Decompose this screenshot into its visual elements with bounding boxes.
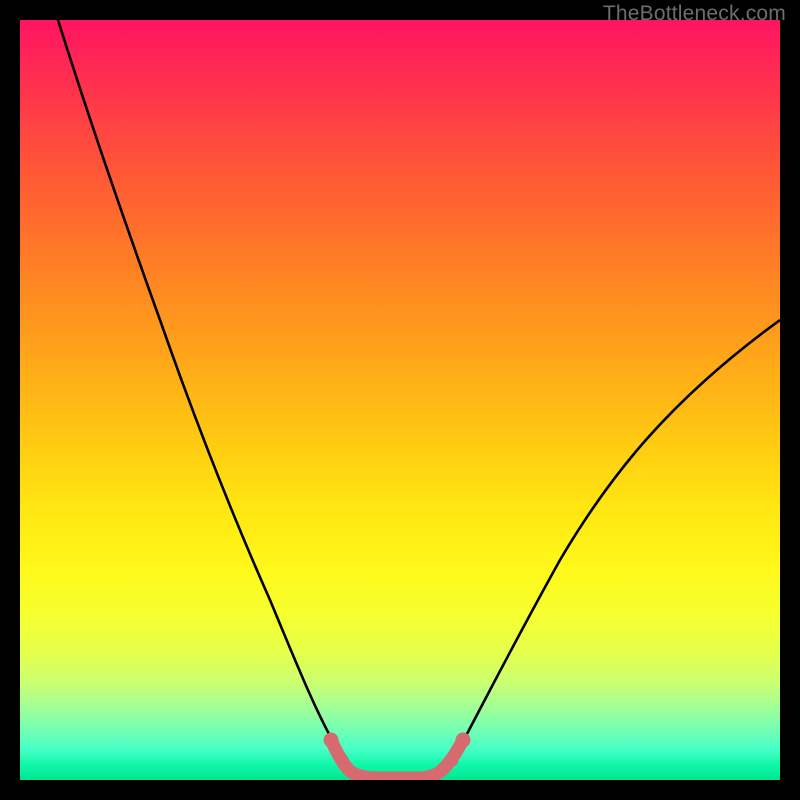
highlight-mid2-marker-icon	[446, 754, 459, 767]
chart-stage: TheBottleneck.com	[0, 0, 800, 800]
curve-layer	[20, 20, 780, 780]
highlight-segment	[331, 740, 463, 778]
plot-area	[20, 20, 780, 780]
bottleneck-curve	[58, 20, 780, 777]
highlight-start-marker-icon	[324, 733, 339, 748]
highlight-mid1-marker-icon	[336, 754, 349, 767]
highlight-end-marker-icon	[456, 733, 471, 748]
